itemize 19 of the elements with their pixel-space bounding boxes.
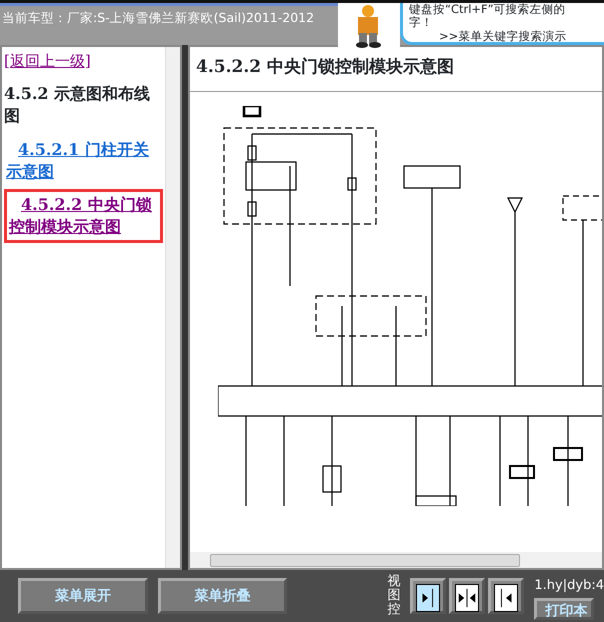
section-heading: 4.5.2 示意图和布线图 (4, 83, 152, 127)
print-button[interactable]: 打印本 (534, 598, 594, 620)
view-control-label: 视图控 (387, 574, 400, 618)
info-text: 1.hy|dyb:4 (534, 577, 604, 595)
notice-text: 键盘按“Ctrl+F”可搜索左侧的 (409, 3, 567, 16)
menu-button[interactable]: 菜单折叠 (158, 578, 288, 614)
view-toggle-button[interactable] (410, 578, 446, 614)
sidebar-link[interactable]: 4.5.2.1 门柱开关示意图 (4, 137, 163, 185)
sidebar-link[interactable]: 4.5.2.2 中央门锁控制模块示意图 (4, 189, 163, 243)
view-toggle-button[interactable] (488, 578, 524, 614)
vertical-scrollbar[interactable] (165, 47, 180, 568)
search-demo-link[interactable]: >>菜单关键字搜索演示 (439, 29, 566, 42)
notice-text: 字！ (409, 16, 434, 29)
horizontal-scrollbar[interactable] (190, 552, 602, 568)
back-link[interactable]: [返回上一级] (4, 52, 91, 70)
view-toggle-button[interactable] (449, 578, 486, 614)
page-title: 4.5.2.2 中央门锁控制模块示意图 (190, 47, 602, 92)
vehicle-model-text: 当前车型：厂家:S-上海雪佛兰新赛欧(Sail)2011-2012 (1, 9, 316, 27)
menu-button[interactable]: 菜单展开 (18, 578, 148, 614)
